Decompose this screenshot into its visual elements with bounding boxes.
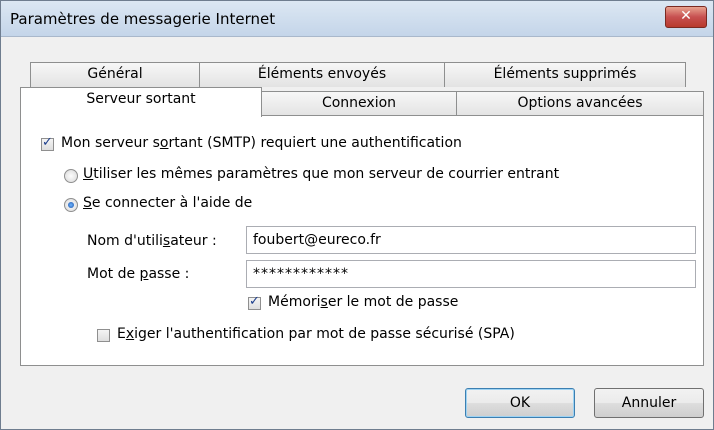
- tab-connection[interactable]: Connexion: [261, 91, 457, 116]
- tab-advanced-options[interactable]: Options avancées: [456, 91, 704, 116]
- password-field[interactable]: ************: [246, 260, 696, 288]
- tab-label: Connexion: [321, 95, 397, 111]
- login-with-label: Se connecter à l'aide de: [83, 195, 253, 211]
- tab-general[interactable]: Général: [30, 62, 200, 87]
- same-settings-radio[interactable]: [64, 169, 78, 183]
- tab-label: Général: [87, 66, 143, 82]
- cancel-button[interactable]: Annuler: [594, 388, 704, 418]
- spa-label: Exiger l'authentification par mot de pas…: [117, 326, 515, 342]
- tab-outgoing-server[interactable]: Serveur sortant: [20, 87, 262, 117]
- remember-password-label: Mémoriser le mot de passe: [268, 294, 459, 310]
- window-title: Paramètres de messagerie Internet: [10, 10, 276, 28]
- outgoing-server-panel: Mon serveur sortant (SMTP) requiert une …: [20, 115, 704, 366]
- dialog-window: Paramètres de messagerie Internet ✕ Géné…: [0, 0, 714, 430]
- same-settings-label: Utiliser les mêmes paramètres que mon se…: [83, 166, 560, 182]
- ok-button[interactable]: OK: [465, 388, 575, 418]
- smtp-auth-checkbox[interactable]: [41, 135, 54, 151]
- username-label: Nom d'utilisateur :: [87, 233, 217, 249]
- password-label: Mot de passe :: [87, 266, 190, 282]
- tab-label: Serveur sortant: [86, 91, 196, 107]
- tab-label: Éléments envoyés: [257, 66, 387, 82]
- tab-deleted-items[interactable]: Éléments supprimés: [444, 62, 686, 87]
- tab-label: Éléments supprimés: [493, 66, 637, 82]
- smtp-auth-label: Mon serveur sortant (SMTP) requiert une …: [61, 135, 462, 151]
- title-bar[interactable]: Paramètres de messagerie Internet ✕: [1, 1, 713, 37]
- close-button[interactable]: ✕: [665, 6, 707, 28]
- close-icon: ✕: [680, 8, 692, 24]
- tab-sent-items[interactable]: Éléments envoyés: [199, 62, 445, 87]
- username-field[interactable]: foubert@eureco.fr: [246, 226, 696, 254]
- spa-checkbox[interactable]: [97, 329, 110, 342]
- remember-password-checkbox[interactable]: [248, 294, 261, 310]
- login-with-radio[interactable]: [64, 198, 78, 212]
- tab-label: Options avancées: [517, 95, 643, 111]
